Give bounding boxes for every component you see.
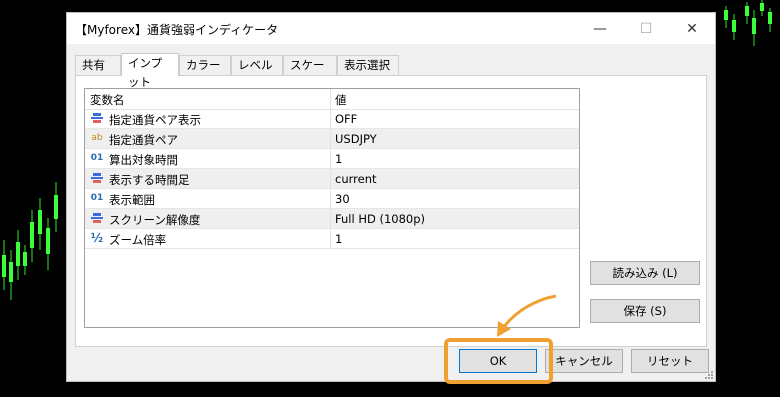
param-name: 表示する時間足 [109,173,190,187]
column-header-name[interactable]: 変数名 [90,92,125,108]
int-icon: 01 [90,193,104,203]
param-name: ズーム倍率 [109,233,167,247]
reset-button[interactable]: リセット [631,349,709,373]
dialog-title: 【Myforex】通貨強弱インディケータ [75,23,279,37]
tab-levels[interactable]: レベル [231,55,283,75]
table-row[interactable]: 表示する時間足 current [85,169,579,189]
table-row[interactable]: ½ ズーム倍率 1 [85,229,579,249]
tab-scale[interactable]: スケール [283,55,337,91]
param-value[interactable]: 1 [335,232,342,246]
tab-visualization[interactable]: 表示選択 [337,55,399,75]
close-button[interactable]: ✕ [669,13,715,44]
double-icon: ½ [90,231,104,245]
title-bar[interactable]: 【Myforex】通貨強弱インディケータ — ☐ ✕ [67,13,715,44]
string-icon: ab [91,133,103,143]
param-value[interactable]: current [335,172,377,186]
param-value[interactable]: OFF [335,112,357,126]
enum-icon [90,112,104,125]
ok-highlight-frame [444,338,553,384]
table-row[interactable]: 指定通貨ペア表示 OFF [85,109,579,129]
enum-icon [90,172,104,185]
param-name: スクリーン解像度 [109,213,201,227]
param-name: 表示範囲 [109,193,155,207]
param-value[interactable]: Full HD (1080p) [335,212,425,226]
table-row[interactable]: 01 表示範囲 30 [85,189,579,209]
table-row[interactable]: 01 算出対象時間 1 [85,149,579,169]
load-button[interactable]: 読み込み (L) [590,261,700,285]
param-name: 算出対象時間 [109,153,178,167]
table-row[interactable]: スクリーン解像度 Full HD (1080p) [85,209,579,229]
indicator-properties-dialog: 【Myforex】通貨強弱インディケータ — ☐ ✕ 共有 インプット カラー … [66,12,716,382]
resize-grip-icon[interactable] [704,370,714,380]
inputs-panel: 変数名 値 指定通貨ペア表示 OFF ab 指定通貨ペア USDJPY 01 算… [75,75,707,347]
param-value[interactable]: 1 [335,152,342,166]
param-name: 指定通貨ペア [109,133,178,147]
param-value[interactable]: USDJPY [335,132,377,146]
tab-colors[interactable]: カラー [179,55,231,75]
cancel-button[interactable]: キャンセル [545,349,623,373]
table-row[interactable]: ab 指定通貨ペア USDJPY [85,129,579,149]
int-icon: 01 [90,153,104,163]
save-button[interactable]: 保存 (S) [590,299,700,323]
tab-inputs[interactable]: インプット [121,53,179,89]
parameters-grid: 変数名 値 指定通貨ペア表示 OFF ab 指定通貨ペア USDJPY 01 算… [84,88,580,328]
tab-common[interactable]: 共有 [75,55,121,75]
param-value[interactable]: 30 [335,192,350,206]
column-header-value[interactable]: 値 [335,92,347,108]
maximize-button[interactable]: ☐ [623,13,669,44]
param-name: 指定通貨ペア表示 [109,113,201,127]
grid-header: 変数名 値 [85,89,579,110]
minimize-button[interactable]: — [577,13,623,44]
enum-icon [90,212,104,225]
